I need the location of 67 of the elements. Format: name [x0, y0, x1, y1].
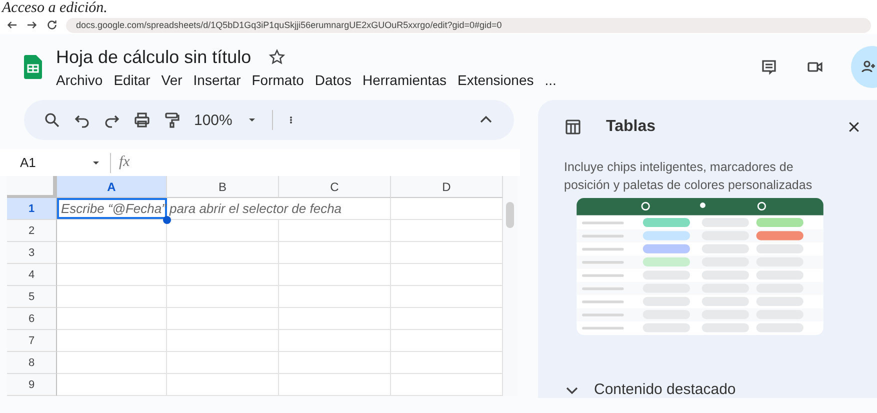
grid-cell[interactable]: [279, 308, 391, 330]
grid-cell[interactable]: [167, 286, 279, 308]
menu-item[interactable]: Archivo: [56, 72, 103, 88]
fill-handle[interactable]: [163, 216, 171, 224]
menu-item[interactable]: Datos: [314, 72, 352, 88]
menu-item[interactable]: Formato: [252, 72, 304, 88]
close-button[interactable]: [847, 120, 861, 134]
grid-cell[interactable]: [279, 220, 391, 242]
grid-cell[interactable]: [167, 264, 279, 286]
column-header[interactable]: C: [279, 176, 391, 198]
grid-cell[interactable]: [279, 242, 391, 264]
address-bar[interactable]: docs.google.com/spreadsheets/d/1Q5bD1Gq3iP1quSkjji56erumnargUE2xGUOuR5xxrgo/edit?gid=0#gid=0: [66, 18, 871, 32]
grid-cell[interactable]: [167, 374, 279, 396]
row-header[interactable]: 7: [7, 330, 57, 352]
video-camera-icon[interactable]: [805, 59, 825, 75]
paint-roller-icon[interactable]: [164, 112, 180, 128]
zoom-select[interactable]: 100%: [194, 112, 232, 128]
column-header[interactable]: A: [57, 176, 167, 198]
row-header[interactable]: 4: [7, 264, 57, 286]
formula-label: fx: [119, 154, 130, 171]
column-header[interactable]: D: [391, 176, 503, 198]
row-header[interactable]: 8: [7, 352, 57, 374]
menu-item[interactable]: Insertar: [193, 72, 241, 88]
scrollbar-thumb[interactable]: [506, 202, 514, 228]
row-header[interactable]: 2: [7, 220, 57, 242]
menu-item[interactable]: Ver: [161, 72, 182, 88]
grid-cell[interactable]: [57, 308, 167, 330]
grid-cell[interactable]: [167, 308, 279, 330]
grid-cell[interactable]: [167, 242, 279, 264]
grid-cell[interactable]: [279, 352, 391, 374]
spreadsheet-logo-icon[interactable]: [24, 55, 42, 79]
row-header[interactable]: 5: [7, 286, 57, 308]
grid-cell[interactable]: [57, 330, 167, 352]
search-icon[interactable]: [44, 112, 60, 128]
select-all-corner[interactable]: [7, 176, 57, 198]
grid-cell[interactable]: [279, 286, 391, 308]
grid-cell[interactable]: [279, 330, 391, 352]
grid-cell[interactable]: [167, 330, 279, 352]
document-title[interactable]: Hoja de cálculo sin título: [56, 46, 252, 68]
grid-cell[interactable]: [167, 220, 279, 242]
comment-icon[interactable]: [759, 59, 779, 75]
menu-item[interactable]: Herramientas: [362, 72, 446, 88]
table-icon[interactable]: [564, 119, 582, 135]
menu-item[interactable]: ...: [544, 72, 556, 88]
print-icon[interactable]: [134, 112, 150, 128]
grid-cell[interactable]: [279, 374, 391, 396]
star-icon[interactable]: [269, 49, 286, 65]
person-add-icon[interactable]: [861, 59, 877, 75]
panel-title: Tablas: [606, 118, 656, 136]
row-header[interactable]: 9: [7, 374, 57, 396]
grid-cell[interactable]: [57, 286, 167, 308]
row-header[interactable]: 1: [7, 198, 57, 220]
panel-description: Incluye chips inteligentes, marcadores de posición y paletas de colores personalizadas: [564, 159, 814, 194]
name-box[interactable]: A1: [20, 155, 82, 170]
caption-text: Acceso a edición.: [0, 0, 108, 16]
grid-cell[interactable]: [57, 374, 167, 396]
section-header[interactable]: Contenido destacado: [594, 381, 736, 398]
column-header[interactable]: B: [167, 176, 279, 198]
grid-cell[interactable]: [279, 264, 391, 286]
menu-item[interactable]: Editar: [114, 72, 150, 88]
row-header[interactable]: 6: [7, 308, 57, 330]
grid-cell[interactable]: [57, 352, 167, 374]
grid-cell[interactable]: [57, 264, 167, 286]
menu-item[interactable]: Extensiones: [457, 72, 534, 88]
grid-cell[interactable]: [167, 352, 279, 374]
grid-cell[interactable]: [57, 242, 167, 264]
row-header[interactable]: 3: [7, 242, 57, 264]
